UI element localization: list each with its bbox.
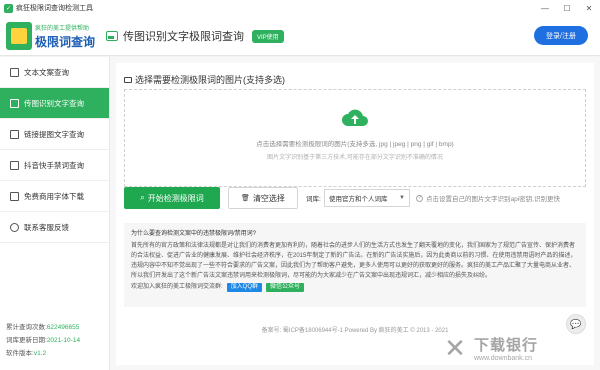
library-label: 词库:: [306, 196, 321, 203]
music-note-icon: [10, 160, 19, 170]
watermark-en: www.downbank.cn: [474, 355, 532, 362]
image-icon: [106, 31, 118, 41]
faq-question: 为什么要查询检测文案中的违禁极限词/禁用词?: [131, 231, 257, 237]
section-title-text: 选择需要检测极限词的图片(支持多选): [135, 75, 285, 85]
library-value: 使用官方和个人词库: [329, 196, 388, 203]
version-value: v1.2: [33, 350, 47, 357]
start-check-label: 开始检测极限词: [147, 193, 204, 203]
maximize-button[interactable]: ☐: [556, 0, 578, 16]
upload-dropzone[interactable]: 点击选择需要检测极限词的图片(支持多选, jpg | jpeg | png | …: [124, 89, 586, 187]
title-bar: ✓ 疯狂极限词查询检测工具 — ☐ ✕: [0, 0, 600, 16]
content-card: 选择需要检测极限词的图片(支持多选) 点击选择需要检测极限词的图片(支持多选, …: [116, 63, 594, 365]
watermark-zh: 下载银行: [474, 337, 539, 354]
login-register-button[interactable]: 登录/注册: [534, 26, 588, 45]
update-label: 词库更新日期:: [6, 337, 47, 344]
app-icon: ✓: [4, 3, 13, 13]
headset-icon: [10, 222, 19, 232]
watermark: ✕ 下载银行 www.downbank.cn: [440, 326, 600, 370]
sidebar-item-image-query[interactable]: 传图识别文字查询: [0, 88, 109, 119]
upload-instruction: 点击选择需要检测极限词的图片(支持多选, jpg | jpeg | png | …: [256, 141, 454, 148]
page-title: 传图识别文字极限词查询: [123, 31, 244, 43]
app-header: 疯狂的美工提供帮助 极限词查询 传图识别文字极限词查询 VIP使用 登录/注册: [0, 16, 600, 56]
trash-icon: 🗑: [241, 195, 250, 202]
font-icon: [10, 191, 19, 201]
search-icon: ⌕: [140, 193, 145, 202]
window-title: 疯狂极限词查询检测工具: [16, 5, 93, 12]
clear-selection-button[interactable]: 🗑 清空选择: [228, 187, 298, 209]
library-select[interactable]: 使用官方和个人词库 ▼: [324, 189, 410, 207]
wechat-button[interactable]: 微信公众号: [266, 282, 305, 292]
start-check-button[interactable]: ⌕ 开始检测极限词: [124, 187, 220, 209]
close-button[interactable]: ✕: [578, 0, 600, 16]
upload-note: 图片文字识别基于第三方技术,可能存在部分文字识别不准确的情况: [267, 155, 443, 161]
logo: 疯狂的美工提供帮助 极限词查询: [6, 20, 98, 52]
faq-answer: 首先所有的官方政策和法律法规都是对让我们的消费者更加有利的，随着社会的进步人们的…: [131, 243, 577, 279]
sidebar-item-label: 链接提图文字查询: [24, 129, 84, 139]
clear-selection-label: 清空选择: [252, 193, 285, 203]
image-icon: [10, 98, 19, 108]
faq-box: 为什么要查询检测文案中的违禁极限词/禁用词? 首先所有的官方政策和法律法规都是对…: [124, 223, 586, 307]
page-heading: 传图识别文字极限词查询 VIP使用: [106, 28, 284, 44]
sidebar-item-font-download[interactable]: 免费商用字体下载: [0, 181, 109, 212]
api-key-hint-text: 点击设置自己的图片文字识别api密钥,识别更快: [426, 196, 560, 203]
sidebar-item-text-query[interactable]: 文本文案查询: [0, 57, 109, 88]
join-row: 欢迎加入疯狂的美工极限词交流群: 加入QQ群 微信公众号: [131, 282, 579, 292]
update-value: 2021-10-14: [46, 337, 81, 344]
logo-badge-icon: [6, 22, 32, 50]
sidebar-item-label: 传图识别文字查询: [24, 98, 84, 108]
sidebar-item-contact[interactable]: 联系客服反馈: [0, 212, 109, 243]
folder-icon: [124, 76, 132, 83]
join-qq-button[interactable]: 加入QQ群: [226, 282, 263, 292]
watermark-logo-icon: ✕: [444, 333, 466, 363]
logo-brand: 极限词查询: [35, 35, 96, 49]
minimize-button[interactable]: —: [534, 0, 556, 16]
document-icon: [10, 67, 19, 77]
window-controls: — ☐ ✕: [534, 0, 600, 16]
total-label: 累计查询次数:: [6, 324, 47, 331]
sidebar-item-douyin-query[interactable]: 抖音快手禁词查询: [0, 150, 109, 181]
logo-slogan: 疯狂的美工提供帮助: [35, 26, 90, 32]
cloud-upload-icon: [342, 109, 368, 126]
sidebar-item-label: 抖音快手禁词查询: [24, 160, 84, 170]
action-toolbar: ⌕ 开始检测极限词 🗑 清空选择 词库: 使用官方和个人词库 ▼ ? 点击设置自…: [124, 187, 586, 211]
link-icon: [10, 129, 19, 139]
chevron-down-icon: ▼: [399, 195, 405, 201]
sidebar-item-label: 免费商用字体下载: [24, 191, 84, 201]
sidebar: 文本文案查询 传图识别文字查询 链接提图文字查询 抖音快手禁词查询 免费商用字体…: [0, 57, 110, 370]
help-icon: ?: [416, 194, 423, 202]
app-window: ✓ 疯狂极限词查询检测工具 — ☐ ✕ 疯狂的美工提供帮助 极限词查询 传图识别…: [0, 0, 600, 370]
sidebar-item-label: 联系客服反馈: [24, 222, 69, 232]
api-key-hint[interactable]: ? 点击设置自己的图片文字识别api密钥,识别更快: [416, 193, 560, 203]
section-title: 选择需要检测极限词的图片(支持多选): [124, 73, 285, 86]
vip-badge[interactable]: VIP使用: [252, 29, 284, 43]
sidebar-item-label: 文本文案查询: [24, 67, 69, 77]
version-label: 软件版本:: [6, 350, 34, 357]
join-text: 欢迎加入疯狂的美工极限词交流群:: [131, 284, 223, 290]
stats: 累计查询次数:622496655 词库更新日期:2021-10-14 软件版本:…: [6, 321, 80, 360]
main-panel: 选择需要检测极限词的图片(支持多选) 点击选择需要检测极限词的图片(支持多选, …: [110, 57, 600, 370]
total-value: 622496655: [46, 324, 80, 331]
sidebar-item-link-query[interactable]: 链接提图文字查询: [0, 119, 109, 150]
